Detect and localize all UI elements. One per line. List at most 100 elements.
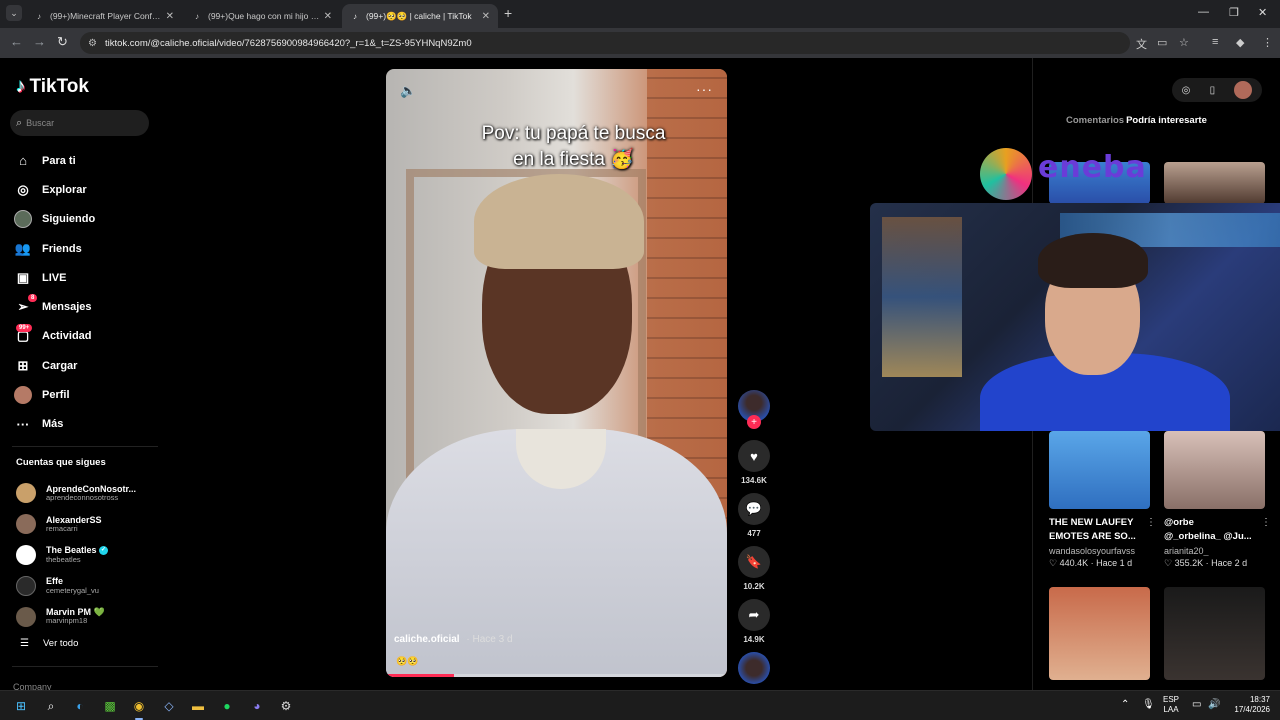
bookmark-icon[interactable]: 🔖 bbox=[738, 546, 770, 578]
browser-tab[interactable]: ♪ (99+)Minecraft Player Confused ✕ bbox=[26, 4, 182, 28]
following-avatar-icon bbox=[14, 210, 32, 229]
user-avatar[interactable] bbox=[1234, 81, 1253, 99]
settings-app-icon[interactable]: ⚙ bbox=[277, 697, 295, 715]
back-icon[interactable]: ← bbox=[10, 34, 23, 49]
like-action[interactable]: ♥ 134.6K bbox=[737, 440, 771, 485]
bookmark-star-icon[interactable]: ☆ bbox=[1179, 36, 1189, 49]
sidebar-item-actividad[interactable]: ▢ 99+ Actividad bbox=[14, 322, 95, 351]
sidebar-item-cargar[interactable]: ⊞ Cargar bbox=[14, 351, 95, 380]
search-input[interactable]: ⌕ Buscar bbox=[10, 110, 149, 136]
tiktok-logo[interactable]: ♪ TikTok bbox=[16, 76, 89, 98]
video-author-info[interactable]: caliche.oficial · Hace 3 d bbox=[394, 634, 513, 645]
address-bar[interactable]: ⚙ tiktok.com/@caliche.oficial/video/7628… bbox=[80, 32, 1130, 54]
following-account[interactable]: Marvin PM 💚 marvinpm18 bbox=[16, 601, 136, 632]
sidebar-item-explorar[interactable]: ◎ Explorar bbox=[14, 175, 95, 204]
music-disc-icon[interactable] bbox=[738, 652, 770, 684]
following-section-title: Cuentas que sigues bbox=[16, 457, 106, 468]
heart-icon[interactable]: ♥ bbox=[738, 440, 770, 472]
search-placeholder: Buscar bbox=[26, 118, 55, 128]
sidebar-item-mas[interactable]: ··· Más bbox=[14, 410, 95, 439]
close-tab-icon[interactable]: ✕ bbox=[166, 11, 174, 22]
minimize-icon[interactable]: — bbox=[1198, 6, 1209, 18]
microphone-icon[interactable]: 🎙 bbox=[1142, 699, 1155, 710]
device-icon[interactable]: ▯ bbox=[1210, 85, 1216, 96]
browser-menu-icon[interactable]: ⋮ bbox=[1262, 36, 1273, 49]
browser-tab-bar: ⌄ ♪ (99+)Minecraft Player Confused ✕ ♪ (… bbox=[0, 0, 1280, 28]
suggested-video-card[interactable]: THE NEW LAUFEY EMOTES ARE SO... wandasol… bbox=[1049, 431, 1156, 569]
browser-tab-active[interactable]: ♪ (99+)🥺🥺 | caliche | TikTok ✕ bbox=[342, 4, 498, 28]
sidebar-item-label: Mensajes bbox=[42, 301, 92, 314]
video-thumbnail bbox=[1049, 431, 1150, 509]
creator-avatar[interactable]: + bbox=[738, 390, 770, 429]
browser-tab[interactable]: ♪ (99+)Que hago con mi hijo 😳 ( ✕ bbox=[184, 4, 340, 28]
share-icon[interactable]: ➦ bbox=[738, 599, 770, 631]
search-icon[interactable]: ⌕ bbox=[42, 697, 60, 715]
sidebar-divider bbox=[12, 446, 158, 447]
restore-icon[interactable]: ❐ bbox=[1229, 6, 1239, 19]
sidebar-item-live[interactable]: ▣ LIVE bbox=[14, 263, 95, 292]
card-author: wandasolosyourfavss bbox=[1049, 545, 1136, 556]
translate-icon[interactable]: 文 bbox=[1136, 36, 1147, 52]
file-explorer-icon[interactable]: ▬ bbox=[189, 697, 207, 715]
video-player[interactable]: Pov: tu papá te busca en la fiesta 🥳 🔈 ·… bbox=[386, 69, 727, 677]
card-author: arianita20_ bbox=[1164, 545, 1209, 556]
chrome-icon[interactable]: ◉ bbox=[130, 697, 148, 720]
comment-icon[interactable]: 💬 bbox=[738, 493, 770, 525]
volume-icon[interactable]: 🔊 bbox=[1208, 699, 1220, 710]
card-more-icon[interactable]: ⋮ bbox=[1146, 517, 1156, 528]
forward-icon[interactable]: → bbox=[33, 34, 46, 49]
card-more-icon[interactable]: ⋮ bbox=[1261, 517, 1271, 528]
suggested-video-card[interactable] bbox=[1049, 587, 1150, 680]
tray-overflow-icon[interactable]: ⌃ bbox=[1121, 699, 1129, 710]
verified-icon: ✓ bbox=[99, 546, 109, 556]
volume-icon[interactable]: 🔈 bbox=[400, 83, 416, 99]
site-info-icon[interactable]: ⚙ bbox=[88, 38, 97, 49]
following-account[interactable]: AlexanderSS remacarri bbox=[16, 509, 136, 540]
clock[interactable]: 18:37 17/4/2026 bbox=[1226, 695, 1270, 715]
account-handle: remacarri bbox=[46, 523, 78, 533]
tab-podria-interesarte[interactable]: Podría interesarte bbox=[1126, 115, 1207, 126]
sidebar-item-label: Más bbox=[42, 418, 64, 431]
reload-icon[interactable]: ↻ bbox=[57, 34, 68, 50]
edge-icon[interactable]: ◐ bbox=[71, 697, 89, 715]
sidebar-item-friends[interactable]: 👥 Friends bbox=[14, 234, 95, 263]
sidebar-item-para-ti[interactable]: ⌂ Para ti bbox=[14, 146, 95, 175]
suggested-video-card[interactable] bbox=[1164, 587, 1265, 680]
windows-start-icon[interactable]: ⊞ bbox=[12, 697, 30, 715]
close-tab-icon[interactable]: ✕ bbox=[324, 11, 332, 22]
following-account[interactable]: The Beatles ✓ thebeatles bbox=[16, 540, 136, 571]
close-tab-icon[interactable]: ✕ bbox=[482, 11, 490, 22]
language-indicator[interactable]: ESP LAA bbox=[1163, 695, 1179, 715]
spotify-icon[interactable]: ● bbox=[218, 697, 236, 715]
close-window-icon[interactable]: ✕ bbox=[1258, 6, 1267, 19]
sidebar-item-mensajes[interactable]: ➢ 8 Mensajes bbox=[14, 292, 95, 321]
video-progress-bar[interactable] bbox=[386, 674, 727, 677]
tab-search-icon[interactable]: ⌄ bbox=[6, 5, 22, 21]
follow-plus-icon[interactable]: + bbox=[747, 415, 761, 429]
explore-icon[interactable]: ◎ bbox=[1182, 85, 1191, 96]
comment-action[interactable]: 💬 477 bbox=[737, 493, 771, 538]
sidebar-item-siguiendo[interactable]: Siguiendo bbox=[14, 205, 95, 234]
discord-icon[interactable]: ◕ bbox=[248, 697, 266, 715]
tab-title: (99+)🥺🥺 | caliche | TikTok bbox=[366, 10, 472, 21]
app-icon[interactable]: ◇ bbox=[160, 697, 178, 715]
following-account[interactable]: AprendeConNosotr... aprendeconnosotross bbox=[16, 478, 136, 509]
extension-icon[interactable]: ◆ bbox=[1236, 36, 1244, 49]
video-more-icon[interactable]: ··· bbox=[696, 81, 713, 97]
tab-comentarios[interactable]: Comentarios bbox=[1066, 115, 1124, 126]
save-action[interactable]: 🔖 10.2K bbox=[737, 546, 771, 591]
sidebar-item-perfil[interactable]: Perfil bbox=[14, 380, 95, 409]
suggested-video-card[interactable]: @orbe @_orbelina_ @Ju... arianita20_ ♡ 3… bbox=[1164, 431, 1271, 569]
see-all-link[interactable]: ☰ Ver todo bbox=[20, 638, 78, 649]
following-account[interactable]: Effe cemeterygal_vu bbox=[16, 570, 136, 601]
network-icon[interactable]: ▭ bbox=[1192, 699, 1201, 710]
card-title: EMOTES ARE SO... bbox=[1049, 531, 1136, 543]
new-tab-icon[interactable]: + bbox=[504, 5, 512, 21]
cast-icon[interactable]: ▭ bbox=[1157, 36, 1167, 49]
media-icon[interactable]: ≡ bbox=[1212, 36, 1218, 48]
minecraft-launcher-icon[interactable]: ▩ bbox=[101, 697, 119, 715]
share-action[interactable]: ➦ 14.9K bbox=[737, 599, 771, 644]
sidebar-item-label: Siguiendo bbox=[42, 213, 96, 226]
clock-date: 17/4/2026 bbox=[1234, 705, 1270, 714]
suggested-video-card[interactable] bbox=[1164, 162, 1265, 204]
